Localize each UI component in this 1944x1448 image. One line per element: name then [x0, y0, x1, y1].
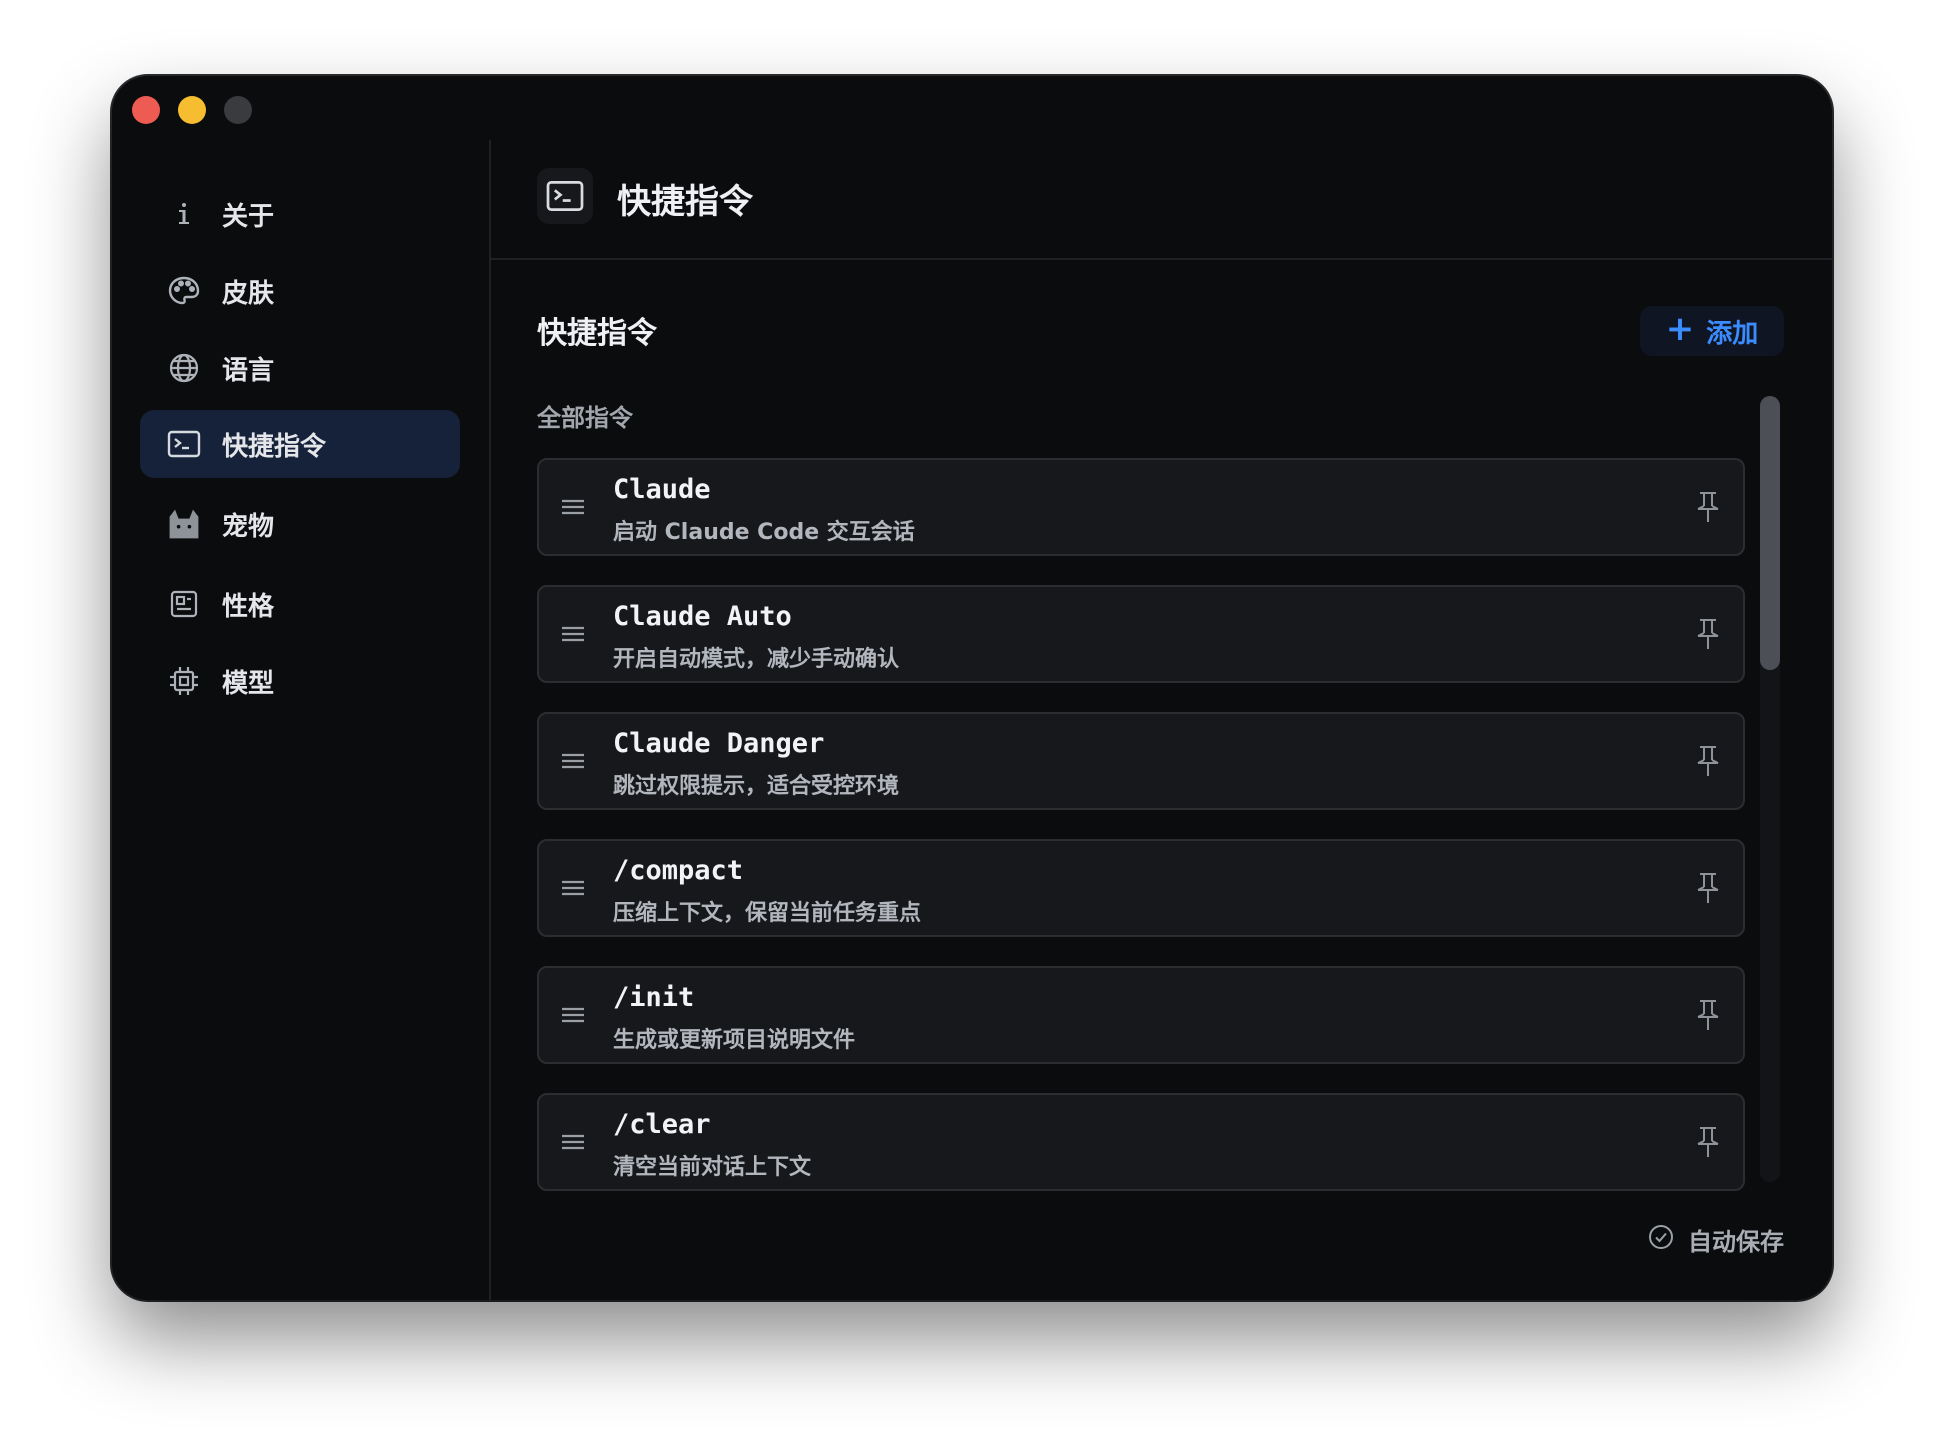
cat-icon — [166, 506, 202, 542]
add-command-button[interactable]: + 添加 — [1640, 306, 1784, 356]
command-description: 开启自动模式，减少手动确认 — [613, 647, 900, 672]
pin-icon[interactable] — [1693, 1125, 1723, 1159]
terminal-icon — [166, 426, 202, 462]
sidebar-item-language[interactable]: 语言 — [140, 334, 460, 402]
command-row[interactable]: /compact 压缩上下文，保留当前任务重点 — [537, 839, 1745, 937]
command-row[interactable]: /init 生成或更新项目说明文件 — [537, 966, 1745, 1064]
pin-icon[interactable] — [1693, 998, 1723, 1032]
main-panel: 快捷指令 快捷指令 + 添加 全部指令 Claude 启动 Claude Code… — [491, 76, 1832, 1300]
page-header: 快捷指令 — [491, 140, 1832, 260]
palette-icon — [166, 273, 202, 309]
command-row[interactable]: Claude Auto 开启自动模式，减少手动确认 — [537, 585, 1745, 683]
section-title: 快捷指令 — [537, 316, 657, 351]
drag-handle-icon[interactable] — [561, 1002, 585, 1028]
info-icon — [166, 196, 202, 232]
drag-handle-icon[interactable] — [561, 621, 585, 647]
globe-icon — [166, 350, 202, 386]
drag-handle-icon[interactable] — [561, 748, 585, 774]
sidebar-item-label: 快捷指令 — [222, 431, 327, 462]
autosave-label: 自动保存 — [1688, 1228, 1784, 1256]
chip-icon — [166, 663, 202, 699]
command-name: /init — [613, 982, 695, 1013]
settings-window: 关于 皮肤 语言 快捷指令 宠物 性格 模型 快捷指令 快捷指令 + 添加 全部… — [112, 76, 1832, 1300]
command-name: /clear — [613, 1109, 711, 1140]
sidebar-item-pet[interactable]: 宠物 — [140, 490, 460, 558]
drag-handle-icon[interactable] — [561, 875, 585, 901]
sidebar-item-about[interactable]: 关于 — [140, 180, 460, 248]
drag-handle-icon[interactable] — [561, 494, 585, 520]
command-description: 启动 Claude Code 交互会话 — [613, 520, 915, 545]
sidebar: 关于 皮肤 语言 快捷指令 宠物 性格 模型 — [112, 140, 491, 1300]
command-description: 生成或更新项目说明文件 — [613, 1028, 856, 1053]
command-row[interactable]: Claude Danger 跳过权限提示，适合受控环境 — [537, 712, 1745, 810]
command-name: /compact — [613, 855, 744, 886]
sidebar-item-label: 皮肤 — [222, 278, 275, 309]
sidebar-item-skin[interactable]: 皮肤 — [140, 257, 460, 325]
zoom-window-button[interactable] — [224, 96, 252, 124]
command-name: Claude Danger — [613, 728, 825, 759]
sidebar-item-shortcuts[interactable]: 快捷指令 — [140, 410, 460, 478]
scrollbar-thumb[interactable] — [1760, 396, 1780, 670]
command-row[interactable]: /clear 清空当前对话上下文 — [537, 1093, 1745, 1191]
group-label: 全部指令 — [537, 404, 633, 432]
pin-icon[interactable] — [1693, 617, 1723, 651]
pin-icon[interactable] — [1693, 871, 1723, 905]
close-window-button[interactable] — [132, 96, 160, 124]
minimize-window-button[interactable] — [178, 96, 206, 124]
command-name: Claude Auto — [613, 601, 792, 632]
sidebar-item-label: 关于 — [222, 201, 275, 232]
command-description: 清空当前对话上下文 — [613, 1155, 812, 1180]
add-button-label: 添加 — [1706, 318, 1759, 349]
check-circle-icon — [1648, 1224, 1674, 1256]
command-row[interactable]: Claude 启动 Claude Code 交互会话 — [537, 458, 1745, 556]
pin-icon[interactable] — [1693, 744, 1723, 778]
profile-card-icon — [166, 586, 202, 622]
command-description: 跳过权限提示，适合受控环境 — [613, 774, 900, 799]
sidebar-item-personality[interactable]: 性格 — [140, 570, 460, 638]
pin-icon[interactable] — [1693, 490, 1723, 524]
window-controls — [132, 96, 252, 124]
plus-icon: + — [1665, 309, 1695, 349]
sidebar-item-label: 模型 — [222, 668, 275, 699]
sidebar-item-label: 宠物 — [222, 511, 275, 542]
sidebar-item-label: 语言 — [222, 355, 275, 386]
drag-handle-icon[interactable] — [561, 1129, 585, 1155]
command-description: 压缩上下文，保留当前任务重点 — [613, 901, 922, 926]
page-title: 快捷指令 — [617, 182, 753, 222]
autosave-status: 自动保存 — [1648, 1222, 1784, 1257]
sidebar-item-model[interactable]: 模型 — [140, 647, 460, 715]
terminal-icon — [537, 168, 593, 224]
sidebar-item-label: 性格 — [222, 591, 275, 622]
command-name: Claude — [613, 474, 711, 505]
scrollbar[interactable] — [1760, 396, 1780, 1182]
